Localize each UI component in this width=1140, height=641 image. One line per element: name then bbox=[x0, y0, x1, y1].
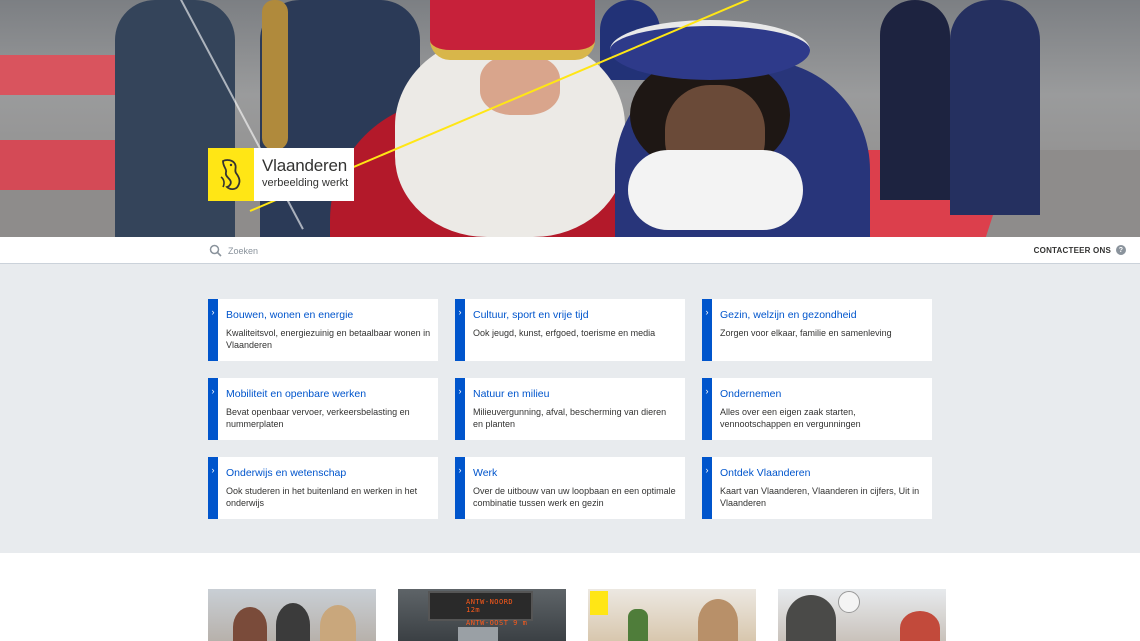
contact-label: CONTACTEER ONS bbox=[1033, 245, 1111, 255]
hero-person bbox=[115, 0, 235, 237]
chevron-right-icon: › bbox=[705, 386, 709, 396]
chevron-right-icon: › bbox=[211, 307, 215, 317]
theme-card[interactable]: › Bouwen, wonen en energie Kwaliteitsvol… bbox=[208, 299, 438, 361]
help-icon: ? bbox=[1116, 245, 1126, 255]
tile-person bbox=[320, 605, 356, 641]
theme-description: Bevat openbaar vervoer, verkeersbelastin… bbox=[226, 407, 410, 429]
theme-card[interactable]: › Ondernemen Alles over een eigen zaak s… bbox=[702, 378, 932, 440]
theme-description: Over de uitbouw van uw loopbaan en een o… bbox=[473, 486, 676, 508]
search-bar: CONTACTEER ONS ? bbox=[0, 237, 1140, 264]
theme-title: Natuur en milieu bbox=[473, 388, 550, 400]
theme-card[interactable]: › Cultuur, sport en vrije tijd Ook jeugd… bbox=[455, 299, 685, 361]
search-icon[interactable] bbox=[209, 244, 222, 257]
hero-person bbox=[950, 0, 1040, 215]
theme-card[interactable]: › Gezin, welzijn en gezondheid Zorgen vo… bbox=[702, 299, 932, 361]
chevron-right-icon: › bbox=[458, 465, 462, 475]
hero-image: Vlaanderen verbeelding werkt bbox=[0, 0, 1140, 237]
tile-poster bbox=[590, 591, 608, 615]
search-input[interactable] bbox=[228, 242, 528, 259]
traffic-sign: ANTW-NOORD 12m ANTW-OOST 9 m bbox=[428, 591, 533, 627]
theme-title: Ontdek Vlaanderen bbox=[720, 467, 811, 479]
chevron-right-icon: › bbox=[705, 307, 709, 317]
tile-person bbox=[276, 603, 310, 641]
news-tile-image[interactable]: ANTW-NOORD 12m ANTW-OOST 9 m bbox=[398, 589, 566, 641]
theme-card[interactable]: › Mobiliteit en openbare werken Bevat op… bbox=[208, 378, 438, 440]
theme-card[interactable]: › Natuur en milieu Milieuvergunning, afv… bbox=[455, 378, 685, 440]
news-tile-image[interactable] bbox=[208, 589, 376, 641]
chevron-right-icon: › bbox=[211, 386, 215, 396]
clock-icon bbox=[838, 591, 860, 613]
tile-person bbox=[786, 595, 836, 641]
theme-card[interactable]: › Ontdek Vlaanderen Kaart van Vlaanderen… bbox=[702, 457, 932, 519]
logo-tagline: verbeelding werkt bbox=[262, 177, 349, 189]
hero-person bbox=[880, 0, 950, 200]
vlaanderen-logo[interactable]: Vlaanderen verbeelding werkt bbox=[208, 148, 354, 201]
news-tile-image[interactable] bbox=[588, 589, 756, 641]
news-tile-image[interactable] bbox=[778, 589, 946, 641]
hero-ruff bbox=[628, 150, 803, 230]
tile-person bbox=[233, 607, 267, 641]
theme-title: Onderwijs en wetenschap bbox=[226, 467, 347, 479]
theme-description: Ook studeren in het buitenland en werken… bbox=[226, 486, 418, 508]
tile-vehicle bbox=[458, 627, 498, 641]
theme-title: Bouwen, wonen en energie bbox=[226, 309, 354, 321]
theme-card[interactable]: › Onderwijs en wetenschap Ook studeren i… bbox=[208, 457, 438, 519]
traffic-sign-line: ANTW-OOST 9 m bbox=[466, 619, 528, 627]
hero-mitre bbox=[430, 0, 595, 60]
chevron-right-icon: › bbox=[458, 386, 462, 396]
theme-description: Kwaliteitsvol, energiezuinig en betaalba… bbox=[226, 328, 431, 350]
theme-description: Alles over een eigen zaak starten, venno… bbox=[720, 407, 861, 429]
theme-title: Ondernemen bbox=[720, 388, 782, 400]
tile-person bbox=[900, 611, 940, 641]
chevron-right-icon: › bbox=[458, 307, 462, 317]
theme-description: Kaart van Vlaanderen, Vlaanderen in cijf… bbox=[720, 486, 920, 508]
tile-person bbox=[698, 599, 738, 641]
chevron-right-icon: › bbox=[705, 465, 709, 475]
hero-hat bbox=[610, 20, 810, 80]
theme-description: Ook jeugd, kunst, erfgoed, toerisme en m… bbox=[473, 328, 656, 338]
theme-card[interactable]: › Werk Over de uitbouw van uw loopbaan e… bbox=[455, 457, 685, 519]
flemish-lion-icon bbox=[208, 148, 254, 201]
traffic-sign-line: ANTW-NOORD 12m bbox=[466, 598, 514, 614]
theme-description: Milieuvergunning, afval, bescherming van… bbox=[473, 407, 667, 429]
themes-section: › Bouwen, wonen en energie Kwaliteitsvol… bbox=[0, 264, 1140, 553]
contact-button[interactable]: CONTACTEER ONS ? bbox=[1034, 245, 1126, 255]
hero-staff bbox=[262, 0, 288, 150]
theme-title: Werk bbox=[473, 467, 498, 479]
logo-title: Vlaanderen bbox=[262, 156, 347, 175]
theme-title: Cultuur, sport en vrije tijd bbox=[473, 309, 589, 321]
theme-title: Gezin, welzijn en gezondheid bbox=[720, 309, 857, 321]
theme-description: Zorgen voor elkaar, familie en samenlevi… bbox=[720, 328, 892, 338]
tile-plant bbox=[628, 609, 648, 641]
chevron-right-icon: › bbox=[211, 465, 215, 475]
theme-title: Mobiliteit en openbare werken bbox=[226, 388, 367, 400]
